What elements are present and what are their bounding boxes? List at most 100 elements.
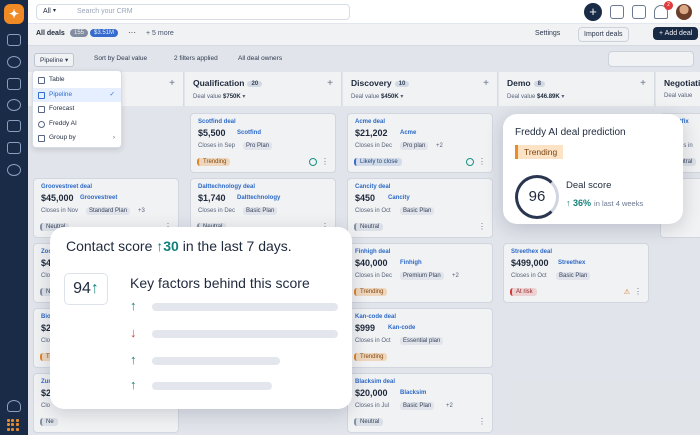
- deal-name[interactable]: Dalttechnology deal: [198, 184, 255, 190]
- deal-company[interactable]: Groovestreet: [80, 195, 117, 201]
- add-to-column-icon[interactable]: +: [169, 78, 175, 89]
- activity-icon[interactable]: [309, 158, 317, 166]
- mail-icon[interactable]: [610, 5, 624, 19]
- view-bar: All deals 155 $3.51M ··· + 5 more Settin…: [28, 24, 700, 46]
- deal-name[interactable]: Scotfind deal: [198, 119, 236, 125]
- deals-icon[interactable]: [7, 99, 21, 111]
- deal-close: Closes in Oct: [355, 208, 391, 214]
- global-search[interactable]: All ▾ Search your CRM: [36, 4, 350, 20]
- owners-filter[interactable]: All deal owners: [238, 55, 282, 62]
- add-to-column-icon[interactable]: +: [640, 78, 646, 89]
- deal-card[interactable]: Kan-code deal $999 Kan-code Closes in Oc…: [347, 308, 493, 368]
- card-menu-icon[interactable]: ⋮: [478, 222, 486, 231]
- status-tag: Neutral: [354, 418, 384, 426]
- create-plus-icon[interactable]: +: [584, 3, 602, 21]
- deal-company[interactable]: Dalttechnology: [237, 195, 280, 201]
- calendar-icon[interactable]: [632, 5, 646, 19]
- deal-score-ring: 96: [515, 175, 559, 219]
- filter-bar: Pipeline ▾ Sort by Deal value 2 filters …: [28, 46, 700, 72]
- prediction-tag: Trending: [515, 145, 564, 159]
- deal-name[interactable]: Groovestreet deal: [41, 184, 92, 190]
- deal-close: Closes in Oct: [511, 273, 547, 279]
- reports-icon[interactable]: [7, 142, 21, 154]
- deal-company[interactable]: Scotfind: [237, 130, 261, 136]
- deal-plan: Premium Plan: [400, 272, 444, 280]
- more-views-link[interactable]: + 5 more: [146, 30, 174, 37]
- card-menu-icon[interactable]: ⋮: [478, 157, 486, 166]
- deal-close: Clo: [41, 273, 51, 279]
- deal-company[interactable]: Cancity: [388, 195, 410, 201]
- more-options-icon[interactable]: ···: [128, 28, 136, 37]
- add-to-column-icon[interactable]: +: [327, 78, 333, 89]
- menu-item-pipeline[interactable]: Pipeline ✓: [33, 87, 121, 102]
- menu-item-freddy-ai[interactable]: Freddy AI: [33, 117, 121, 132]
- deal-card[interactable]: Cancity deal $450 Cancity Closes in Oct …: [347, 178, 493, 238]
- deal-name[interactable]: Kan-code deal: [355, 314, 396, 320]
- card-menu-icon[interactable]: ⋮: [634, 287, 642, 296]
- email-icon[interactable]: [7, 120, 21, 132]
- filters-button[interactable]: 2 filters applied: [174, 55, 218, 62]
- column-title: Discovery 10: [351, 78, 410, 88]
- phone-icon[interactable]: [7, 400, 21, 412]
- deal-company[interactable]: Finhigh: [400, 260, 422, 266]
- user-avatar[interactable]: [676, 4, 692, 20]
- deal-company[interactable]: Kan-code: [388, 325, 415, 331]
- check-icon: ✓: [109, 90, 115, 98]
- deal-name[interactable]: Cancity deal: [355, 184, 390, 190]
- bell-icon[interactable]: 2: [654, 1, 673, 19]
- column-value[interactable]: Deal value $450K ▾: [351, 93, 403, 100]
- notification-badge: 2: [664, 1, 673, 10]
- activity-icon[interactable]: [466, 158, 474, 166]
- add-deal-button[interactable]: + Add deal: [653, 27, 699, 40]
- view-type-menu: Table Pipeline ✓ Forecast Freddy AI Group…: [32, 70, 122, 148]
- settings-button[interactable]: Settings: [535, 30, 560, 37]
- settings-gear-icon[interactable]: [7, 164, 21, 176]
- menu-item-forecast[interactable]: Forecast: [33, 102, 121, 117]
- contacts-icon[interactable]: [7, 56, 21, 68]
- current-view-label[interactable]: All deals: [36, 30, 65, 37]
- top-icons: + 2: [584, 1, 692, 21]
- import-deals-button[interactable]: Import deals: [578, 27, 629, 42]
- app-grid-icon[interactable]: [7, 419, 19, 431]
- deal-close: Closes in Dec: [198, 208, 236, 214]
- column-header: Demo 8 Deal value $46.89K ▾ +: [499, 72, 655, 106]
- view-type-dropdown[interactable]: Pipeline ▾: [34, 53, 75, 67]
- sort-button[interactable]: Sort by Deal value: [94, 55, 147, 62]
- deal-close: Closes in Dec: [355, 143, 393, 149]
- column-value[interactable]: Deal value $46.89K ▾: [507, 93, 564, 100]
- card-menu-icon[interactable]: ⋮: [478, 417, 486, 426]
- column-value[interactable]: Deal value: [664, 93, 692, 99]
- menu-item-table[interactable]: Table: [33, 73, 121, 88]
- search-scope-select[interactable]: All: [43, 8, 51, 15]
- menu-item-group-by[interactable]: Group by ›: [33, 131, 121, 146]
- deal-total-badge[interactable]: $3.51M: [90, 29, 119, 37]
- deal-card[interactable]: Blacksim deal $20,000 Blacksim Closes in…: [347, 373, 493, 433]
- factor-bar: [152, 303, 338, 311]
- group-icon: [38, 135, 45, 142]
- status-tag: Ne: [40, 418, 58, 426]
- deal-card[interactable]: Streethex deal $499,000 Streethex Closes…: [503, 243, 649, 303]
- deal-value: $999: [355, 323, 376, 333]
- arrow-down-icon: ↓: [130, 325, 137, 340]
- deal-value: $5,500: [198, 128, 226, 138]
- dashboard-icon[interactable]: [7, 34, 21, 46]
- deal-name[interactable]: Blacksim deal: [355, 379, 395, 385]
- chevron-down-icon: ▾: [53, 8, 57, 14]
- card-menu-icon[interactable]: ⋮: [321, 157, 329, 166]
- deal-name[interactable]: Acme deal: [355, 119, 385, 125]
- deal-name[interactable]: Finhigh deal: [355, 249, 390, 255]
- deal-card[interactable]: Acme deal $21,202 Acme Closes in Dec Pro…: [347, 113, 493, 173]
- deal-company[interactable]: Streethex: [558, 260, 585, 266]
- freshworks-logo-icon[interactable]: ✦: [4, 4, 24, 24]
- deal-company[interactable]: Blacksim: [400, 390, 426, 396]
- deal-close: Clo: [41, 403, 51, 409]
- column-value[interactable]: Deal value $750K ▾: [193, 93, 245, 100]
- deal-name[interactable]: Streethex deal: [511, 249, 552, 255]
- deal-company[interactable]: Acme: [400, 130, 416, 136]
- add-to-column-icon[interactable]: +: [483, 78, 489, 89]
- board-search-input[interactable]: [608, 51, 694, 67]
- factor-bar: [152, 357, 280, 365]
- deal-card[interactable]: Scotfind deal $5,500 Scotfind Closes in …: [190, 113, 336, 173]
- accounts-icon[interactable]: [7, 78, 21, 90]
- deal-card[interactable]: Finhigh deal $40,000 Finhigh Closes in D…: [347, 243, 493, 303]
